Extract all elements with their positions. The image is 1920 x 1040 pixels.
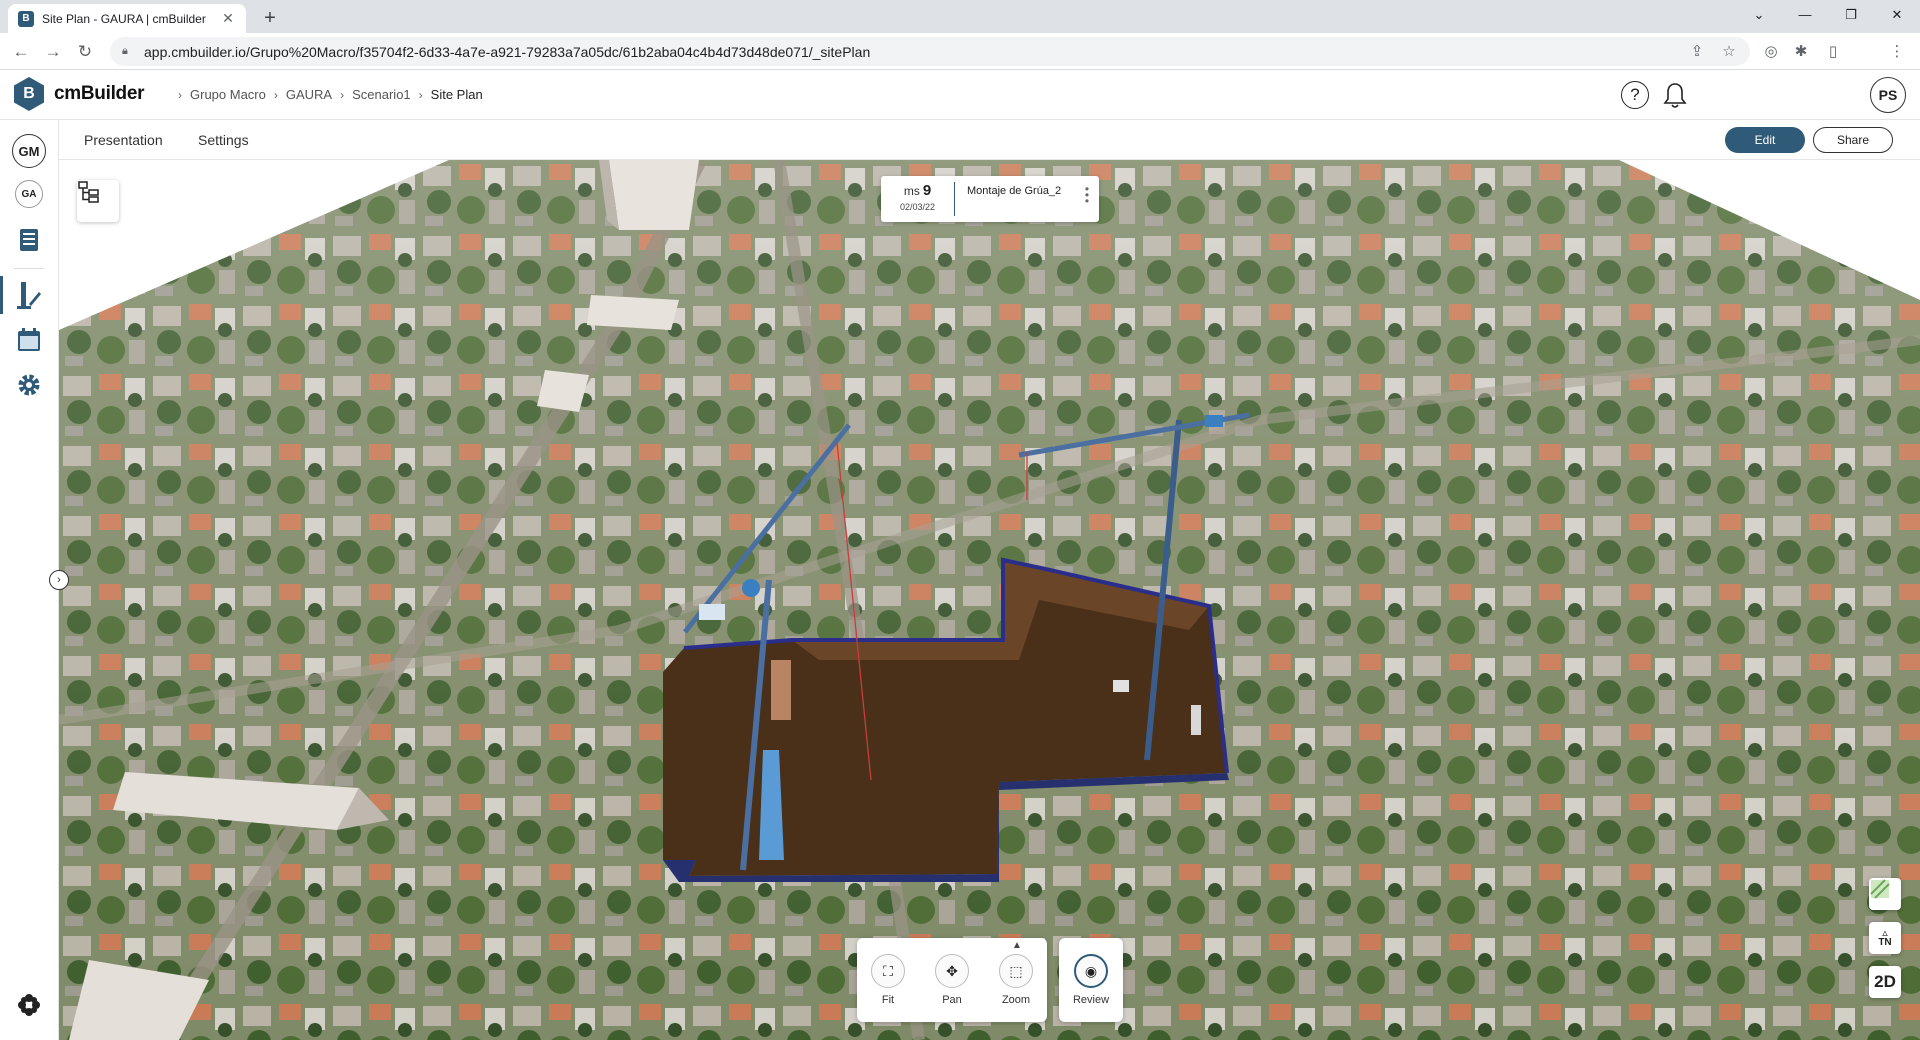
url-input[interactable]: 🔒︎ app.cmbuilder.io/Grupo%20Macro/f35704… xyxy=(110,37,1750,66)
kebab-menu-icon[interactable]: • • • xyxy=(1083,183,1091,207)
breadcrumb-separator-icon: › xyxy=(273,87,278,102)
zoom-box-icon: ⬚ xyxy=(999,954,1033,988)
site-plan-nav-button[interactable] xyxy=(12,278,46,312)
zoom-tool-label: Zoom xyxy=(1001,994,1031,1006)
breadcrumb-item-project[interactable]: GAURA xyxy=(286,87,332,102)
breadcrumb-item-organization[interactable]: Grupo Macro xyxy=(190,87,266,102)
forward-icon[interactable]: → xyxy=(40,39,66,65)
zoom-tool-button[interactable]: ⬚ Zoom xyxy=(991,954,1041,1006)
milestone-name: Montaje de Grúa_2 xyxy=(967,185,1062,197)
pan-arrows-icon: ✥ xyxy=(935,954,969,988)
navigation-tools-panel: ▲ ⛶ Fit ✥ Pan ⬚ Zoom xyxy=(857,938,1047,1022)
building-model-nav-button[interactable] xyxy=(12,223,46,257)
hierarchy-tree-icon xyxy=(78,181,99,203)
breadcrumb-item-current: Site Plan xyxy=(430,87,483,102)
edit-button[interactable]: Edit xyxy=(1725,127,1805,153)
close-window-icon[interactable]: ✕ xyxy=(1874,0,1920,29)
help-button[interactable]: ? xyxy=(1620,80,1650,110)
review-tool-button[interactable]: ◉ Review xyxy=(1059,938,1123,1022)
view-mode-toggle[interactable]: 2D xyxy=(1869,966,1901,998)
share-page-icon[interactable]: ⇪ xyxy=(1686,40,1708,62)
milestone-date: 02/03/22 xyxy=(899,202,936,212)
map-layer-icon xyxy=(1870,879,1890,899)
share-button[interactable]: Share xyxy=(1813,127,1893,153)
scene-tree-button[interactable] xyxy=(77,180,119,222)
flower-apps-icon xyxy=(18,994,40,1016)
app-header: B cmBuilder › Grupo Macro › GAURA › Scen… xyxy=(0,70,1920,120)
milestone-prefix: ms xyxy=(903,184,920,198)
breadcrumb-separator-icon: › xyxy=(340,87,345,102)
tab-presentation[interactable]: Presentation xyxy=(84,132,163,148)
extension-icon[interactable]: ◎ xyxy=(1760,40,1782,62)
fit-icon: ⛶ xyxy=(871,954,905,988)
reload-icon[interactable]: ↻ xyxy=(72,39,98,65)
gear-icon xyxy=(18,374,40,396)
true-north-button[interactable]: ▵ TN xyxy=(1869,922,1901,954)
settings-nav-button[interactable] xyxy=(12,368,46,402)
milestone-badge: ms 9 02/03/22 xyxy=(881,182,955,216)
building-icon xyxy=(20,229,38,251)
fit-tool-button[interactable]: ⛶ Fit xyxy=(863,954,913,1006)
tab-title: Site Plan - GAURA | cmBuilder xyxy=(42,11,206,26)
breadcrumb-separator-icon: › xyxy=(418,87,423,102)
active-indicator xyxy=(0,276,3,314)
app-logo[interactable]: B cmBuilder xyxy=(14,77,145,111)
expand-panel-icon[interactable]: › xyxy=(49,570,69,590)
browser-tab-bar: B Site Plan - GAURA | cmBuilder ✕ + ⌄ — … xyxy=(0,0,1920,33)
fit-tool-label: Fit xyxy=(881,994,895,1006)
site-3d-viewport[interactable]: ms 9 02/03/22 Montaje de Grúa_2 • • • ▲ ⛶ F… xyxy=(59,160,1920,1040)
breadcrumb-item-scenario[interactable]: Scenario1 xyxy=(352,87,411,102)
browser-address-bar: ← → ↻ 🔒︎ app.cmbuilder.io/Grupo%20Macro/… xyxy=(0,33,1920,70)
restore-icon[interactable]: ❐ xyxy=(1828,0,1874,29)
minimize-icon[interactable]: — xyxy=(1782,0,1828,29)
bell-icon xyxy=(1663,83,1687,108)
pan-tool-label: Pan xyxy=(942,994,962,1006)
bookmark-star-icon[interactable]: ☆ xyxy=(1718,40,1740,62)
organization-avatar[interactable]: GM xyxy=(12,134,46,168)
browser-tab[interactable]: B Site Plan - GAURA | cmBuilder ✕ xyxy=(8,4,246,33)
tab-search-icon[interactable]: ⌄ xyxy=(1736,0,1782,29)
extensions-puzzle-icon[interactable]: ✱ xyxy=(1790,40,1812,62)
chevron-up-icon[interactable]: ▲ xyxy=(1012,940,1022,951)
back-icon[interactable]: ← xyxy=(8,39,34,65)
cmbuilder-favicon-icon: B xyxy=(18,10,34,27)
aerial-site-scene[interactable] xyxy=(59,160,1920,1040)
review-tool-label: Review xyxy=(1072,994,1110,1006)
pan-tool-button[interactable]: ✥ Pan xyxy=(927,954,977,1006)
breadcrumb: › Grupo Macro › GAURA › Scenario1 › Site… xyxy=(170,87,483,102)
map-layer-button[interactable] xyxy=(1869,878,1901,910)
breadcrumb-separator-icon: › xyxy=(178,87,182,102)
review-icon: ◉ xyxy=(1074,954,1108,988)
schedule-nav-button[interactable] xyxy=(12,323,46,357)
true-north-label: TN xyxy=(1878,937,1892,948)
rail-divider xyxy=(14,268,44,269)
close-tab-icon[interactable]: ✕ xyxy=(220,10,236,27)
project-avatar[interactable]: GA xyxy=(15,180,43,208)
url-text: app.cmbuilder.io/Grupo%20Macro/f35704f2-… xyxy=(144,43,871,60)
user-avatar[interactable]: PS xyxy=(1870,77,1906,113)
side-panel-icon[interactable]: ▯ xyxy=(1822,40,1844,62)
lock-icon: 🔒︎ xyxy=(122,45,128,57)
apps-nav-button[interactable] xyxy=(12,988,46,1022)
browser-menu-icon[interactable]: ⋮ xyxy=(1886,40,1908,62)
help-icon: ? xyxy=(1621,81,1649,109)
calendar-icon xyxy=(18,328,40,351)
milestone-number: 9 xyxy=(922,182,932,199)
tab-settings[interactable]: Settings xyxy=(198,132,249,148)
site-plan-toolbar: Presentation Settings 🔒︎ Edit Share xyxy=(59,120,1920,160)
new-tab-icon[interactable]: + xyxy=(258,6,282,30)
notifications-button[interactable] xyxy=(1660,80,1690,110)
cmbuilder-logo-icon: B xyxy=(14,77,44,111)
milestone-card[interactable]: ms 9 02/03/22 Montaje de Grúa_2 • • • xyxy=(881,176,1099,222)
logo-text: cmBuilder xyxy=(54,83,145,104)
crane-pencil-icon xyxy=(17,282,41,309)
